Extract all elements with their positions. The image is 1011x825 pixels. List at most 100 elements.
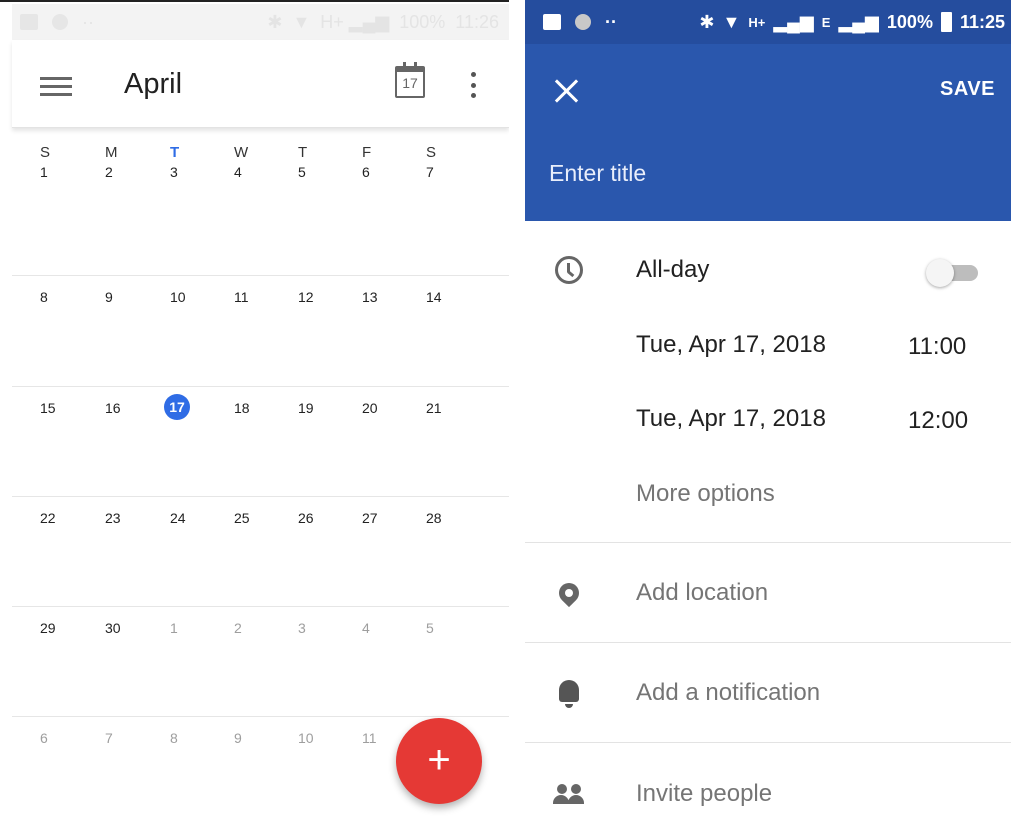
week-row: 15 16 17 18 19 20 21 (12, 386, 509, 496)
create-event-button[interactable]: + (396, 718, 482, 804)
day-cell[interactable]: 9 (105, 289, 133, 305)
all-day-label: All-day (636, 256, 710, 283)
toggle-thumb (926, 259, 954, 287)
signal-icon: H+ ▂▄▆ (320, 11, 390, 32)
end-date[interactable]: Tue, Apr 17, 2018 (636, 405, 826, 433)
invite-people-field[interactable]: Invite people (636, 780, 772, 808)
people-icon (553, 784, 585, 804)
circle-notification-icon (575, 14, 591, 30)
divider (525, 742, 1011, 743)
day-cell[interactable]: 1 (170, 620, 198, 636)
dots-icon: ·· (605, 11, 617, 32)
end-time[interactable]: 12:00 (908, 407, 968, 435)
all-day-toggle[interactable] (926, 259, 978, 287)
day-cell[interactable]: 16 (105, 400, 133, 416)
day-cell[interactable]: 6 (362, 164, 390, 180)
image-notification-icon (20, 14, 38, 30)
day-cell[interactable]: 4 (234, 164, 262, 180)
day-cell[interactable]: 9 (234, 730, 262, 746)
today-day-cell[interactable]: 17 (164, 394, 190, 420)
week-row: 29 30 1 2 3 4 5 (12, 606, 509, 716)
day-cell[interactable]: 3 (170, 164, 198, 180)
day-cell[interactable]: 3 (298, 620, 326, 636)
dots-icon: ·· (82, 11, 94, 32)
day-cell[interactable]: 13 (362, 289, 390, 305)
day-cell[interactable]: 6 (40, 730, 68, 746)
status-right: ✱ ▼ H+ ▂▄▆ 100% 11:26 (267, 12, 509, 33)
start-date[interactable]: Tue, Apr 17, 2018 (636, 331, 826, 359)
day-cell[interactable]: 8 (170, 730, 198, 746)
day-cell[interactable]: 24 (170, 510, 198, 526)
network-type-2: E (821, 14, 831, 30)
clock-icon (555, 256, 583, 284)
day-cell[interactable]: 11 (362, 730, 390, 746)
week-row: 1 2 3 4 5 6 7 (12, 130, 509, 240)
image-notification-icon (543, 14, 561, 30)
close-icon[interactable] (553, 78, 581, 106)
start-time[interactable]: 11:00 (908, 333, 966, 361)
add-location-field[interactable]: Add location (636, 579, 768, 607)
circle-notification-icon (52, 14, 68, 30)
day-cell[interactable]: 10 (298, 730, 326, 746)
day-cell[interactable]: 14 (426, 289, 454, 305)
day-cell[interactable]: 22 (40, 510, 68, 526)
status-battery: 100% (399, 11, 446, 32)
day-cell[interactable]: 28 (426, 510, 454, 526)
day-cell[interactable]: 20 (362, 400, 390, 416)
day-cell[interactable]: 30 (105, 620, 133, 636)
bluetooth-icon: ✱ (267, 11, 283, 32)
signal-icon-2: ▂▄▆ (838, 11, 879, 32)
day-cell[interactable]: 23 (105, 510, 133, 526)
menu-icon[interactable] (40, 77, 72, 97)
event-editor-screen: ·· ✱ ▼ H+ ▂▄▆ E ▂▄▆ 100% 11:25 SAVE All-… (525, 0, 1011, 825)
today-calendar-icon[interactable]: 17 (395, 62, 425, 98)
week-row: 22 23 24 25 26 27 28 (12, 496, 509, 606)
day-cell[interactable]: 5 (426, 620, 454, 636)
status-right: ✱ ▼ H+ ▂▄▆ E ▂▄▆ 100% 11:25 (699, 12, 1005, 33)
week-row: 8 9 10 11 12 13 14 (12, 275, 509, 385)
app-bar: April 17 (12, 40, 509, 128)
notification-bell-icon (559, 680, 579, 708)
day-cell[interactable]: 18 (234, 400, 262, 416)
day-cell[interactable]: 7 (426, 164, 454, 180)
divider (525, 542, 1011, 543)
day-cell[interactable]: 15 (40, 400, 68, 416)
wifi-icon: ▼ (722, 11, 741, 32)
title-input[interactable] (549, 160, 989, 187)
day-cell[interactable]: 19 (298, 400, 326, 416)
day-cell[interactable]: 4 (362, 620, 390, 636)
day-cell[interactable]: 10 (170, 289, 198, 305)
top-border (0, 0, 509, 2)
more-options-icon[interactable] (471, 72, 477, 98)
day-cell[interactable]: 2 (105, 164, 133, 180)
day-cell[interactable]: 5 (298, 164, 326, 180)
more-options-link[interactable]: More options (636, 480, 775, 508)
signal-icon: ▂▄▆ (773, 11, 814, 32)
day-cell[interactable]: 26 (298, 510, 326, 526)
divider (525, 642, 1011, 643)
location-pin-icon (554, 578, 584, 608)
day-cell[interactable]: 25 (234, 510, 262, 526)
day-cell[interactable]: 1 (40, 164, 68, 180)
day-cell[interactable]: 8 (40, 289, 68, 305)
day-cell[interactable]: 12 (298, 289, 326, 305)
editor-header: SAVE (525, 44, 1011, 221)
save-button[interactable]: SAVE (940, 78, 995, 101)
status-bar: ·· ✱ ▼ H+ ▂▄▆ E ▂▄▆ 100% 11:25 (525, 0, 1011, 44)
month-title[interactable]: April (124, 68, 182, 101)
status-time: 11:25 (959, 11, 1005, 32)
status-battery: 100% (886, 11, 933, 32)
status-time: 11:26 (455, 11, 499, 32)
network-type: H+ (748, 14, 766, 30)
day-cell[interactable]: 21 (426, 400, 454, 416)
day-cell[interactable]: 11 (234, 289, 262, 305)
bluetooth-icon: ✱ (699, 11, 715, 32)
day-cell[interactable]: 2 (234, 620, 262, 636)
battery-icon (940, 12, 952, 32)
day-cell[interactable]: 29 (40, 620, 68, 636)
day-cell[interactable]: 7 (105, 730, 133, 746)
day-cell[interactable]: 27 (362, 510, 390, 526)
add-notification-field[interactable]: Add a notification (636, 679, 820, 707)
wifi-icon: ▼ (292, 11, 311, 32)
status-bar: ·· ✱ ▼ H+ ▂▄▆ 100% 11:26 (12, 4, 509, 40)
